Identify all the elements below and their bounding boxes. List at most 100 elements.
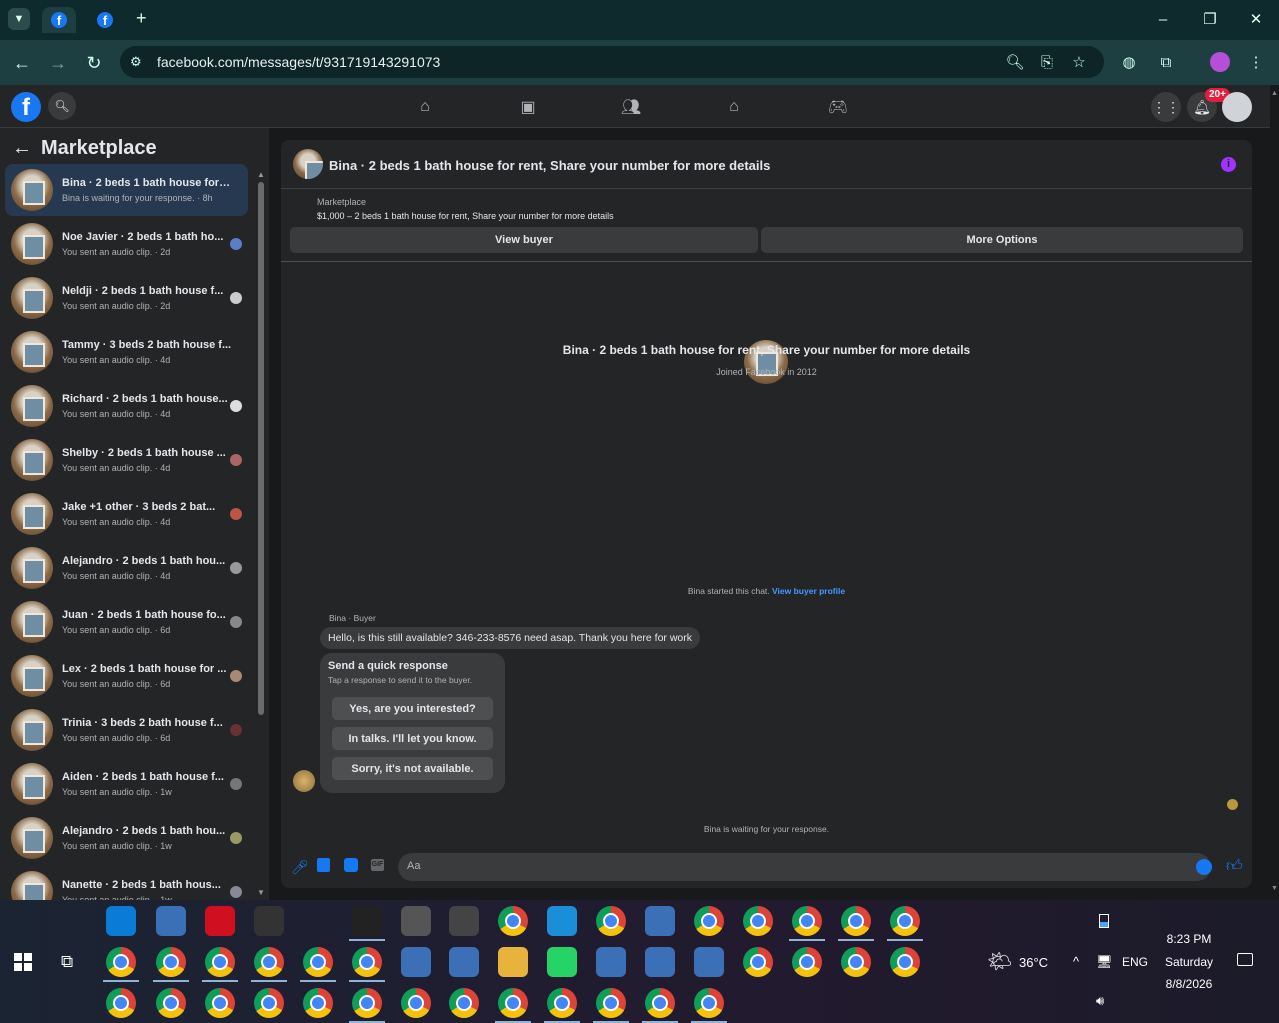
clock-day[interactable]: Saturday (1150, 955, 1228, 969)
conversation-item[interactable]: Shelby · 2 beds 1 bath house ... You sent… (5, 434, 248, 486)
sidebar-scrollbar[interactable]: ▲ ▼ (257, 170, 265, 900)
weather-temperature[interactable]: 36°C (1019, 955, 1048, 970)
quick-reply-button[interactable]: Yes, are you interested? (332, 697, 493, 720)
chrome-taskbar-icon[interactable] (498, 906, 528, 936)
conversation-item[interactable]: Bina · 2 beds 1 bath house for r... Bina … (5, 164, 248, 216)
photo-icon[interactable] (317, 858, 330, 872)
chrome-taskbar-icon[interactable] (645, 988, 675, 1018)
chrome-taskbar-icon[interactable] (890, 947, 920, 977)
cards-taskbar-icon[interactable] (449, 906, 479, 936)
maximize-button[interactable]: ❐ (1190, 8, 1230, 30)
back-button[interactable]: ← (9, 50, 35, 76)
start-button[interactable] (14, 953, 32, 971)
chrome-taskbar-icon[interactable] (401, 988, 431, 1018)
sticker-icon[interactable] (344, 858, 358, 872)
chrome-taskbar-icon[interactable] (694, 988, 724, 1018)
reload-button[interactable]: ↻ (81, 50, 107, 76)
folder-taskbar-icon[interactable] (498, 947, 528, 977)
view-buyer-button[interactable]: View buyer (290, 227, 758, 253)
chrome-taskbar-icon[interactable] (205, 947, 235, 977)
chrome-taskbar-icon[interactable] (254, 988, 284, 1018)
chrome-taskbar-icon[interactable] (694, 906, 724, 936)
conversation-item[interactable]: Jake +1 other · 3 beds 2 bat... You sent … (5, 488, 248, 540)
conversation-item[interactable]: Tammy · 3 beds 2 bath house f... You sent… (5, 326, 248, 378)
chrome-taskbar-icon[interactable] (547, 988, 577, 1018)
message-bubble[interactable]: Hello, is this still available? 346-233-… (320, 627, 701, 649)
browser-menu-icon[interactable]: ⋮ (1245, 51, 1267, 73)
scroll-thumb[interactable] (258, 182, 264, 715)
weather-icon[interactable]: 🌤︎ (987, 949, 1012, 974)
app-taskbar-icon[interactable] (596, 947, 626, 977)
tray-overflow-chevron[interactable]: ^ (1073, 954, 1079, 969)
scroll-down-arrow[interactable]: ▼ (257, 888, 265, 897)
chrome-taskbar-icon[interactable] (156, 988, 186, 1018)
language-indicator[interactable]: ENG (1122, 955, 1148, 969)
message-input[interactable]: Aa (398, 853, 1212, 881)
listing-text[interactable]: $1,000 – 2 beds 1 bath house for rent, S… (317, 211, 614, 221)
chrome-taskbar-icon[interactable] (596, 906, 626, 936)
conversation-item[interactable]: Juan · 2 beds 1 bath house fo... You sent… (5, 596, 248, 648)
notification-center-icon[interactable] (1237, 953, 1253, 966)
video-icon[interactable]: ▣ (516, 96, 540, 118)
facebook-logo[interactable]: f (11, 92, 41, 122)
chrome-taskbar-icon[interactable] (254, 947, 284, 977)
chrome-taskbar-icon[interactable] (352, 988, 382, 1018)
page-scrollbar[interactable]: ▲ ▼ (1270, 85, 1279, 900)
site-info-icon[interactable]: ⚙ (130, 54, 142, 70)
chrome-taskbar-icon[interactable] (449, 988, 479, 1018)
app-taskbar-icon[interactable] (401, 947, 431, 977)
zoom-icon[interactable]: 🔍︎ (1004, 51, 1026, 73)
profile-avatar[interactable] (1210, 52, 1230, 72)
microphone-icon[interactable]: 🎤︎ (291, 859, 309, 876)
network-icon[interactable]: 🖥︎ (1096, 954, 1113, 970)
app-taskbar-icon[interactable] (645, 947, 675, 977)
conversation-item[interactable]: Richard · 2 beds 1 bath house... You sent… (5, 380, 248, 432)
buyer-avatar-small[interactable] (293, 770, 315, 792)
install-app-icon[interactable]: ⎘ (1036, 51, 1058, 73)
chrome-taskbar-icon[interactable] (841, 947, 871, 977)
page-scroll-up[interactable]: ▲ (1271, 90, 1278, 97)
chrome-taskbar-icon[interactable] (841, 906, 871, 936)
marketplace-icon[interactable]: ⌂ (722, 96, 746, 118)
search-button[interactable]: 🔍︎ (48, 92, 76, 120)
chrome-taskbar-icon[interactable] (596, 988, 626, 1018)
opera-taskbar-icon[interactable] (205, 906, 235, 936)
page-scroll-down[interactable]: ▼ (1271, 885, 1278, 892)
conversation-item[interactable]: Neldji · 2 beds 1 bath house f... You sen… (5, 272, 248, 324)
minimize-button[interactable]: – (1143, 8, 1183, 30)
more-options-button[interactable]: More Options (761, 227, 1243, 253)
gaming-icon[interactable]: 🎮︎ (826, 96, 850, 118)
view-buyer-profile-link[interactable]: View buyer profile (772, 586, 845, 596)
chrome-taskbar-icon[interactable] (303, 988, 333, 1018)
chrome-taskbar-icon[interactable] (743, 906, 773, 936)
store-taskbar-icon[interactable] (106, 906, 136, 936)
conversation-item[interactable]: Noe Javier · 2 beds 1 bath ho... You sent… (5, 218, 248, 270)
gif-icon[interactable]: GIF (371, 859, 384, 871)
chrome-taskbar-icon[interactable] (498, 988, 528, 1018)
conversation-item[interactable]: Alejandro · 2 beds 1 bath hou... You sent… (5, 812, 248, 864)
chatgpt-taskbar-icon[interactable] (254, 906, 284, 936)
emoji-icon[interactable] (1196, 859, 1212, 875)
account-avatar[interactable] (1222, 92, 1252, 122)
conversation-item[interactable]: Trinia · 3 beds 2 bath house f... You sen… (5, 704, 248, 756)
conversation-item[interactable]: Aiden · 2 beds 1 bath house f... You sent… (5, 758, 248, 810)
close-window-button[interactable]: ✕ (1236, 8, 1276, 30)
chrome-taskbar-icon[interactable] (106, 947, 136, 977)
whatsapp-taskbar-icon[interactable] (547, 947, 577, 977)
shield-taskbar-icon[interactable] (352, 906, 382, 936)
chrome-taskbar-icon[interactable] (890, 906, 920, 936)
friends-icon[interactable]: 👥︎ (619, 96, 643, 118)
app-taskbar-icon[interactable] (694, 947, 724, 977)
forward-button[interactable]: → (45, 50, 71, 76)
thumbs-up-icon[interactable]: 👍︎ (1226, 857, 1243, 876)
conversation-item[interactable]: Lex · 2 beds 1 bath house for ... You sen… (5, 650, 248, 702)
quick-reply-button[interactable]: In talks. I'll let you know. (332, 727, 493, 750)
chrome-taskbar-icon[interactable] (156, 947, 186, 977)
listing-thumbnail[interactable] (293, 149, 323, 179)
chrome-taskbar-icon[interactable] (205, 988, 235, 1018)
conversation-info-icon[interactable]: i (1221, 157, 1236, 172)
chrome-taskbar-icon[interactable] (106, 988, 136, 1018)
chrome-taskbar-icon[interactable] (303, 947, 333, 977)
quick-reply-button[interactable]: Sorry, it's not available. (332, 757, 493, 780)
home-icon[interactable]: ⌂ (413, 96, 437, 118)
